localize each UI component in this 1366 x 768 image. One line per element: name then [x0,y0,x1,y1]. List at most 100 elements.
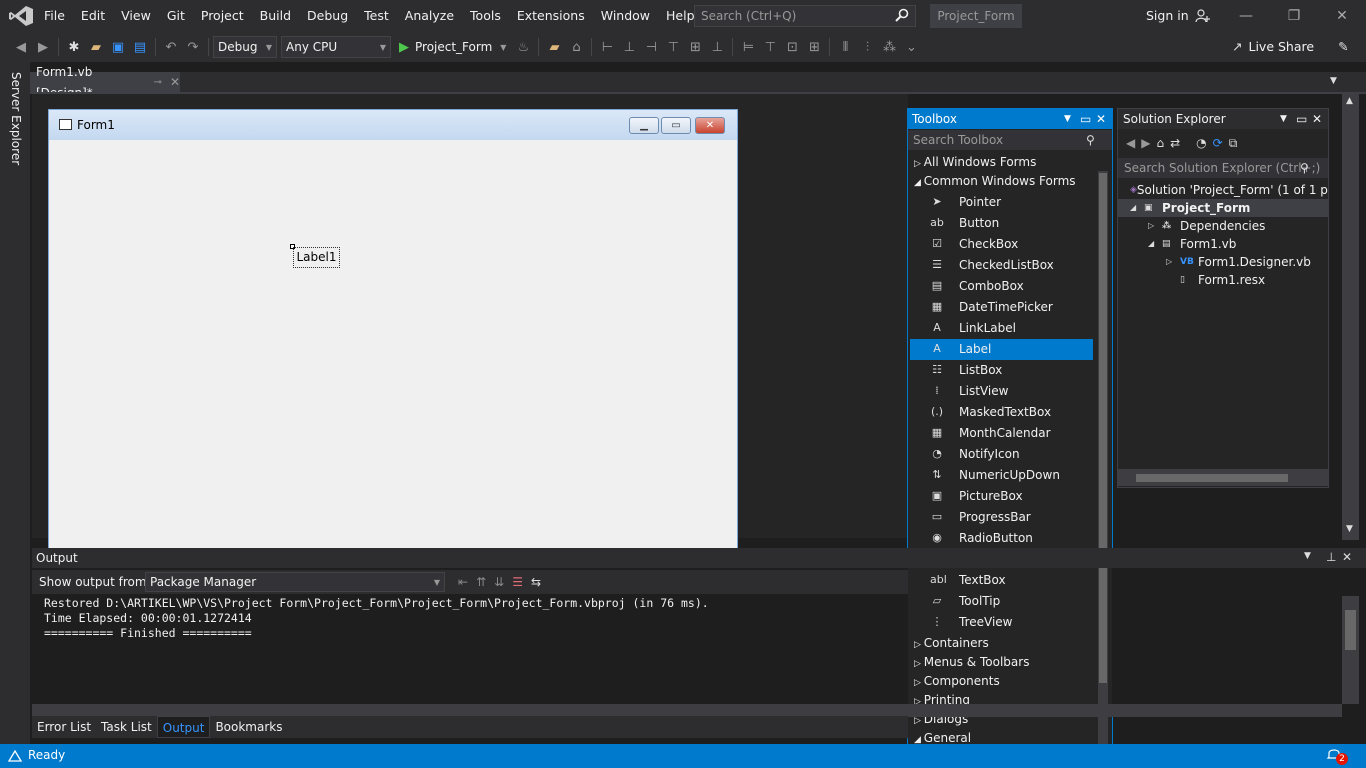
scroll-up-icon[interactable]: ▲ [1346,96,1353,106]
toolbox-item-tooltip[interactable]: ▱ ToolTip [910,591,1093,612]
label1-control[interactable]: Label1 [293,247,340,268]
align-top-icon[interactable]: ⊤ [664,38,682,56]
solution-tree-item[interactable]: ▷ ⁂ Dependencies [1118,217,1328,235]
undo-icon[interactable]: ↶ [162,38,180,56]
toolbox-category[interactable]: ▷ Menus & Toolbars [914,653,1029,672]
toolbox-item-linklabel[interactable]: A LinkLabel [910,318,1093,339]
menu-project[interactable]: Project [193,0,252,32]
toolbox-item-treeview[interactable]: ⋮ TreeView [910,612,1093,633]
output-scroll-thumb[interactable] [1345,610,1356,650]
menu-analyze[interactable]: Analyze [397,0,462,32]
document-tab-form1-design[interactable]: Form1.vb [Design]* ⊸ ✕ [30,65,180,100]
bottom-tab-error-list[interactable]: Error List [32,716,96,738]
server-explorer-tab[interactable]: Server Explorer [9,72,23,165]
form-minimize-button[interactable]: ▁ [629,117,659,134]
menu-file[interactable]: File [36,0,73,32]
new-project-icon[interactable]: ✱ [65,38,83,56]
toolbox-item-radiobutton[interactable]: ◉ RadioButton [910,528,1093,549]
save-icon[interactable]: ▣ [109,38,127,56]
menu-tools[interactable]: Tools [462,0,509,32]
global-search-input[interactable]: Search (Ctrl+Q) [694,5,916,27]
close-window-button[interactable]: ✕ [1318,0,1366,32]
start-debugging-button[interactable]: ▶ Project_Form ▼ [399,40,506,55]
visual-studio-logo-icon[interactable] [8,5,34,27]
clear-all-icon[interactable]: ☰ [512,575,523,589]
toggle-word-wrap-icon[interactable]: ⇆ [531,575,541,589]
pin-icon[interactable]: ⊥ [1326,550,1336,564]
sync-icon[interactable]: ⟳ [1213,136,1223,150]
form-close-button[interactable]: ✕ [695,117,725,134]
restore-button[interactable]: ❐ [1270,0,1318,32]
make-same-width-icon[interactable]: ⊨ [739,38,757,56]
toolbox-item-combobox[interactable]: ▤ ComboBox [910,276,1093,297]
save-all-icon[interactable]: ▤ [131,38,149,56]
make-same-size-icon[interactable]: ⊡ [783,38,801,56]
toolbox-item-label[interactable]: A Label [910,339,1093,360]
toolbox-scroll-thumb[interactable] [1099,173,1107,683]
maximize-icon[interactable]: ▭ [1080,109,1091,129]
tab-order-icon[interactable]: ⁂ [880,38,898,56]
forward-icon[interactable]: ▶ [34,38,52,56]
menu-extensions[interactable]: Extensions [509,0,593,32]
close-icon[interactable]: ✕ [1312,109,1322,129]
align-center-icon[interactable]: ⊥ [620,38,638,56]
horizontal-spacing-icon[interactable]: ⫴ [836,38,854,56]
window-menu-icon[interactable]: ▼ [1280,109,1287,129]
bottom-tab-output[interactable]: Output [156,716,211,738]
toolbox-item-listbox[interactable]: ☷ ListBox [910,360,1093,381]
previous-message-icon[interactable]: ⇈ [476,575,486,589]
toolbox-category[interactable]: ▷ Containers [914,634,989,653]
tree-expander-icon[interactable]: ◢ [1148,235,1162,253]
output-vertical-scrollbar[interactable] [1342,596,1359,704]
output-source-select[interactable]: Package Manager ▼ [145,572,445,592]
designer-vertical-scrollbar[interactable]: ▲ ▼ [1342,94,1359,540]
pending-changes-icon[interactable]: ◔ [1196,136,1206,150]
home-icon[interactable]: ⌂ [1156,136,1164,150]
toolbox-item-datetimepicker[interactable]: ▦ DateTimePicker [910,297,1093,318]
tab-list-dropdown-icon[interactable]: ▼ [1330,76,1337,86]
align-middle-icon[interactable]: ⊞ [686,38,704,56]
bottom-tab-bookmarks[interactable]: Bookmarks [210,716,287,738]
minimize-button[interactable]: — [1222,0,1270,32]
align-right-icon[interactable]: ⊣ [642,38,660,56]
back-icon[interactable]: ◀ [12,38,30,56]
solution-configuration-select[interactable]: Debug ▼ [213,36,277,58]
toolbox-item-pointer[interactable]: ➤ Pointer [910,192,1093,213]
toolbox-item-checkedlistbox[interactable]: ☰ CheckedListBox [910,255,1093,276]
go-to-location-icon[interactable]: ⇤ [458,575,468,589]
solution-explorer-horizontal-scrollbar[interactable] [1118,469,1328,486]
make-same-height-icon[interactable]: ⊤ [761,38,779,56]
toolbox-item-progressbar[interactable]: ▭ ProgressBar [910,507,1093,528]
tree-expander-icon[interactable]: ◢ [1130,199,1144,217]
close-icon[interactable]: ✕ [1096,109,1106,129]
toolbox-item-button[interactable]: ab Button [910,213,1093,234]
toolbox-category[interactable]: ▷ Components [914,672,1000,691]
toolbox-item-maskedtextbox[interactable]: (.) MaskedTextBox [910,402,1093,423]
menu-window[interactable]: Window [593,0,658,32]
switch-views-icon[interactable]: ⇄ [1170,136,1180,150]
solution-tree-item[interactable]: ◢ ▣ Project_Form [1118,199,1328,217]
toolbox-search-input[interactable]: Search Toolbox ⚲ [908,130,1112,150]
close-tab-icon[interactable]: ✕ [170,72,180,93]
solution-tree-item[interactable]: ▷ VB Form1.Designer.vb [1118,253,1328,271]
sign-in-button[interactable]: Sign in [1146,0,1211,32]
next-message-icon[interactable]: ⇊ [494,575,504,589]
close-icon[interactable]: ✕ [1342,550,1352,564]
menu-test[interactable]: Test [356,0,397,32]
toolbox-category[interactable]: ▷ All Windows Forms [914,153,1036,172]
find-in-files-icon[interactable]: ▰ [545,38,563,56]
toolbox-item-checkbox[interactable]: ☑ CheckBox [910,234,1093,255]
menu-debug[interactable]: Debug [299,0,356,32]
menu-edit[interactable]: Edit [73,0,113,32]
solution-tree-item[interactable]: ◢ ▤ Form1.vb [1118,235,1328,253]
maximize-icon[interactable]: ▭ [1296,109,1307,129]
toolbox-window-icon[interactable]: ⌂ [567,38,585,56]
tree-expander-icon[interactable]: ▷ [1148,217,1162,235]
tree-expander-icon[interactable]: ▷ [1166,253,1180,271]
toolbox-item-notifyicon[interactable]: ◔ NotifyIcon [910,444,1093,465]
open-folder-icon[interactable]: ▰ [87,38,105,56]
align-left-icon[interactable]: ⊢ [598,38,616,56]
size-to-grid-icon[interactable]: ⊞ [805,38,823,56]
toolbar-overflow-icon[interactable]: ⌄ [902,38,920,56]
solution-explorer-search-input[interactable]: Search Solution Explorer (Ctrl+;) ⚲ [1118,158,1328,178]
